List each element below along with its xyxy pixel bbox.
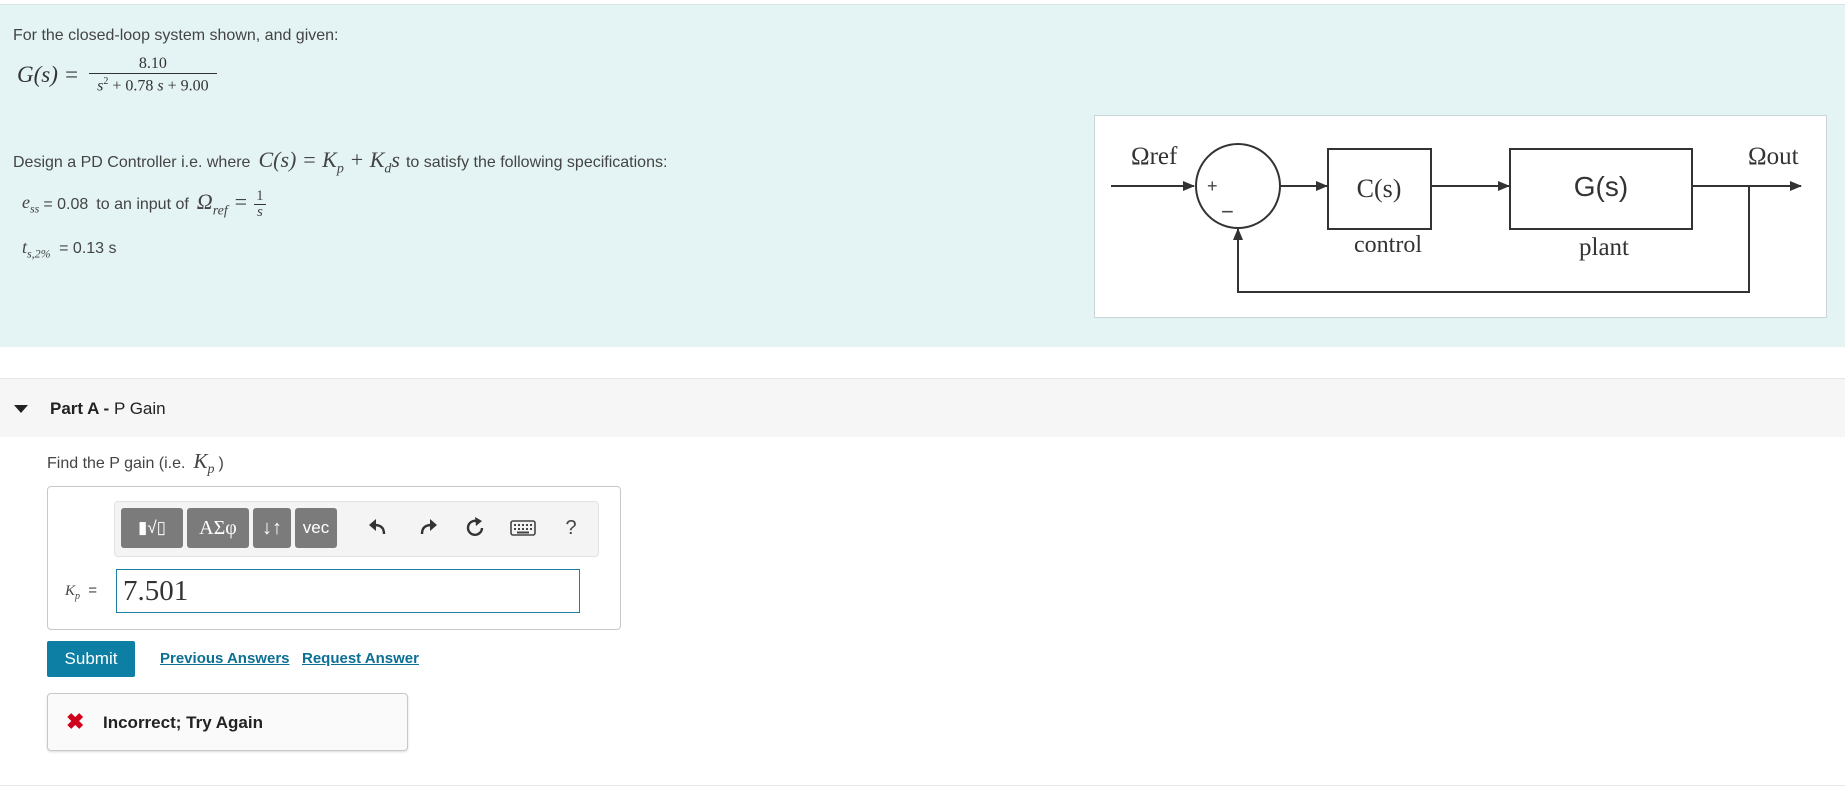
keyboard-icon[interactable] [503, 508, 543, 548]
controller-equation: C(s) = Kp + Kds [258, 147, 400, 177]
answer-box: ▮√▯ ΑΣφ ↓↑ vec ? Kp = 7.501 [47, 486, 621, 630]
plus-sign: + [1207, 176, 1218, 196]
kp-answer-input[interactable]: 7.501 [116, 569, 580, 613]
kp-label-equals: = [88, 582, 97, 599]
g-fraction: 8.10 s2 + 0.78 s + 9.00 [89, 55, 217, 95]
omega-ref-equation: Ωref = [196, 189, 249, 219]
g-numerator: 8.10 [138, 55, 167, 72]
problem-intro: For the closed-loop system shown, and gi… [13, 27, 339, 44]
controller-block-label: C(s) [1357, 174, 1402, 203]
feedback-message: Incorrect; Try Again [103, 713, 263, 732]
ts-value: = 0.13 s [59, 240, 117, 257]
kp-input-label: Kp = [65, 582, 97, 602]
incorrect-x-icon: ✖ [66, 709, 85, 734]
one-over-s: 1s [254, 188, 266, 220]
design-prefix: Design a PD Controller i.e. where [13, 154, 251, 171]
collapse-caret-icon[interactable] [14, 405, 28, 413]
g-den-coef2: + 9.00 [167, 77, 209, 95]
request-answer-link[interactable]: Request Answer [302, 650, 419, 667]
design-statement: Design a PD Controller i.e. where C(s) =… [13, 147, 667, 177]
plant-block-label: G(s) [1574, 171, 1628, 202]
prompt-close: ) [218, 455, 224, 472]
arrows-button[interactable]: ↓↑ [253, 508, 291, 548]
ess-input-text: to an input of [96, 195, 189, 213]
prompt-text: Find the P gain (i.e. [47, 455, 186, 472]
feedback-path [1233, 186, 1750, 293]
reset-icon[interactable] [455, 508, 495, 548]
input-label: Ωref [1131, 143, 1178, 170]
minus-sign: − [1221, 199, 1234, 224]
spec-settling-time: ts,2% = 0.13 s [22, 237, 117, 262]
problem-statement: For the closed-loop system shown, and gi… [0, 4, 1845, 347]
g-denominator: s2 + 0.78 s + 9.00 [89, 73, 217, 95]
block-diagram-svg: Ωref + − C(s) control G(s) plant Ωout [1111, 143, 1802, 293]
ess-symbol: ess [22, 192, 40, 216]
undo-icon[interactable] [359, 508, 399, 548]
part-a-header[interactable]: Part A - P Gain [0, 378, 1845, 437]
templates-button[interactable]: ▮√▯ [121, 508, 183, 548]
spec-steady-state-error: ess = 0.08 to an input of Ωref = 1s [22, 189, 266, 220]
design-suffix: to satisfy the following specifications: [405, 154, 668, 171]
ess-value: = 0.08 [43, 195, 89, 213]
math-toolbar: ▮√▯ ΑΣφ ↓↑ vec ? [114, 501, 599, 557]
transfer-function-g: G(s) = 8.10 s2 + 0.78 s + 9.00 [17, 55, 217, 95]
part-a-prompt: Find the P gain (i.e. Kp ) [47, 449, 224, 478]
symbols-button[interactable]: ΑΣφ [187, 508, 249, 548]
kp-symbol: Kp [193, 449, 215, 478]
block-diagram: Ωref + − C(s) control G(s) plant Ωout [1094, 115, 1827, 318]
feedback-box: ✖ Incorrect; Try Again [47, 693, 408, 751]
output-label: Ωout [1748, 143, 1799, 170]
g-den-coef1: + 0.78 [112, 77, 154, 95]
controller-caption: control [1354, 232, 1422, 258]
submit-button[interactable]: Submit [47, 641, 135, 677]
ts-symbol: ts,2% [22, 237, 51, 261]
g-lhs: G(s) = [17, 62, 80, 88]
help-button[interactable]: ? [551, 508, 591, 548]
vec-button[interactable]: vec [295, 508, 337, 548]
plant-caption: plant [1579, 234, 1629, 261]
redo-icon[interactable] [407, 508, 447, 548]
previous-answers-link[interactable]: Previous Answers [160, 650, 290, 667]
part-a-title[interactable]: Part A - P Gain [50, 399, 166, 419]
kp-label-symbol: Kp [65, 583, 81, 602]
